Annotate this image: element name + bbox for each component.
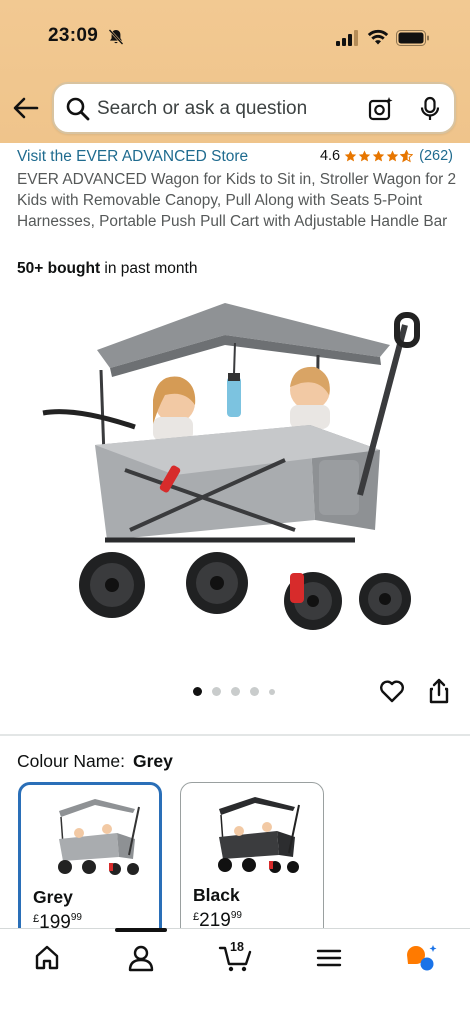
bought-count-bold: 50+ bought: [17, 260, 101, 277]
account-icon[interactable]: [126, 943, 156, 973]
star-full-icon: [344, 150, 357, 161]
rating-stars: [344, 149, 414, 163]
search-icon: [66, 97, 90, 121]
section-divider: [0, 734, 470, 736]
carousel-dot[interactable]: [250, 687, 259, 696]
carousel-dot[interactable]: [231, 687, 240, 696]
colour-selected-value: Grey: [132, 751, 173, 771]
colour-name-label: Colour Name:: [17, 751, 125, 771]
product-image[interactable]: [35, 295, 435, 645]
carousel-dot-active[interactable]: [193, 687, 202, 696]
rufus-icon[interactable]: [405, 943, 439, 973]
share-icon[interactable]: [428, 678, 450, 704]
carousel-dot[interactable]: [212, 687, 221, 696]
wheel: [186, 552, 248, 614]
colour-option-grey[interactable]: Grey £19999: [18, 782, 162, 942]
colour-option-name: Black: [193, 885, 240, 905]
bottom-nav: 18: [0, 928, 470, 1024]
signal-icon: [336, 30, 358, 46]
rating-summary[interactable]: 4.6 (262): [320, 148, 453, 164]
wheel: [79, 552, 145, 618]
colour-option-black[interactable]: Black £21999: [180, 782, 324, 942]
swatch-thumbnail: [218, 797, 300, 873]
price-fraction: 99: [230, 910, 242, 921]
bought-count-rest: in past month: [100, 260, 198, 277]
star-full-icon: [386, 150, 399, 161]
microphone-icon[interactable]: [418, 96, 442, 122]
back-arrow-icon[interactable]: [11, 94, 41, 122]
wheel: [359, 573, 411, 625]
colour-name-heading: Colour Name: Grey: [17, 751, 173, 772]
colour-option-name: Grey: [33, 887, 73, 907]
rating-count[interactable]: (262): [419, 148, 453, 164]
carousel-dot[interactable]: [269, 688, 275, 695]
wifi-icon: [367, 29, 389, 45]
swatch-thumbnail: [58, 799, 140, 875]
search-input[interactable]: Search or ask a question: [97, 98, 307, 120]
product-title: EVER ADVANCED Wagon for Kids to Sit in, …: [17, 171, 457, 230]
store-link[interactable]: Visit the EVER ADVANCED Store: [17, 148, 248, 166]
camera-search-icon[interactable]: [368, 96, 394, 122]
bell-muted-icon: [108, 29, 124, 45]
battery-icon: [396, 30, 429, 46]
image-carousel-dots[interactable]: [193, 687, 275, 696]
bought-count: 50+ bought in past month: [17, 260, 197, 278]
search-bar[interactable]: Search or ask a question: [52, 82, 456, 134]
star-half-icon: [400, 149, 414, 162]
home-icon[interactable]: [32, 943, 62, 973]
cart-count-badge: 18: [230, 940, 244, 954]
active-tab-indicator: [115, 928, 167, 932]
heart-icon[interactable]: [379, 678, 405, 704]
star-full-icon: [372, 150, 385, 161]
menu-icon[interactable]: [314, 943, 344, 973]
rating-value: 4.6: [319, 148, 341, 164]
status-time: 23:09: [48, 25, 99, 46]
price-fraction: 99: [70, 912, 82, 923]
star-full-icon: [358, 150, 371, 161]
app-header: 23:09 Search or ask a question: [0, 0, 470, 143]
